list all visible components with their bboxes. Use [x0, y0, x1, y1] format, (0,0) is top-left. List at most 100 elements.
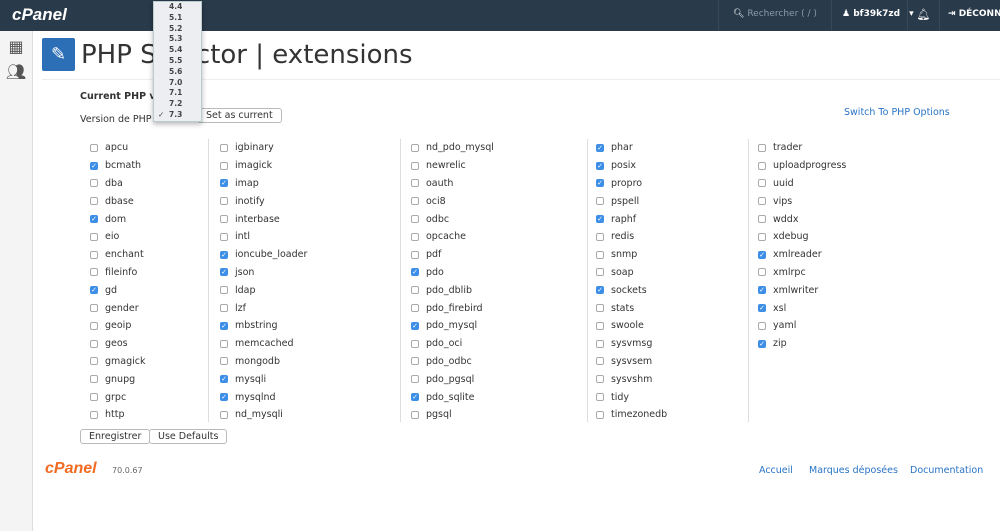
- extension-checkbox[interactable]: [90, 179, 98, 188]
- extension-item[interactable]: soap: [596, 264, 667, 282]
- footer-link-accueil[interactable]: Accueil: [759, 465, 793, 476]
- extension-checkbox[interactable]: [411, 250, 419, 259]
- extension-checkbox[interactable]: [596, 339, 604, 348]
- extension-checkbox[interactable]: [596, 304, 604, 313]
- bell-icon[interactable]: 🔔︎: [907, 0, 940, 31]
- footer-link-documentation[interactable]: Documentation: [910, 465, 983, 476]
- extension-item[interactable]: apcu: [90, 139, 146, 157]
- extension-checkbox[interactable]: ✓: [411, 268, 419, 277]
- extension-item[interactable]: nd_mysqli: [220, 406, 307, 424]
- user-menu[interactable]: ♟ bf39k7zd ▾: [842, 9, 914, 19]
- extension-item[interactable]: pdo_oci: [411, 335, 494, 353]
- extension-item[interactable]: dbase: [90, 192, 146, 210]
- extension-item[interactable]: snmp: [596, 246, 667, 264]
- extension-item[interactable]: ✓ phar: [596, 139, 667, 157]
- extension-item[interactable]: swoole: [596, 317, 667, 335]
- extension-item[interactable]: ✓ propro: [596, 175, 667, 193]
- extension-checkbox[interactable]: [220, 197, 228, 206]
- extension-item[interactable]: ✓ mysqli: [220, 370, 307, 388]
- footer-link-trademarks[interactable]: Marques déposées: [809, 465, 898, 476]
- extension-checkbox[interactable]: [596, 268, 604, 277]
- extension-item[interactable]: oauth: [411, 175, 494, 193]
- extension-checkbox[interactable]: [596, 232, 604, 241]
- php-version-dropdown-menu[interactable]: 4.4 5.1 5.2 5.3 5.4 5.5 5.6 7.0 7.1 7.2 ✓ 7.3: [153, 1, 202, 122]
- extension-checkbox[interactable]: [411, 339, 419, 348]
- extension-item[interactable]: ✓ zip: [758, 335, 846, 353]
- extension-item[interactable]: inotify: [220, 192, 307, 210]
- extension-checkbox[interactable]: [411, 179, 419, 188]
- extension-item[interactable]: eio: [90, 228, 146, 246]
- extension-item[interactable]: xdebug: [758, 228, 846, 246]
- users-icon[interactable]: 👥︎: [0, 62, 32, 81]
- extension-checkbox[interactable]: [411, 197, 419, 206]
- extension-checkbox[interactable]: [411, 286, 419, 295]
- extension-item[interactable]: ✓ bcmath: [90, 157, 146, 175]
- extension-item[interactable]: igbinary: [220, 139, 307, 157]
- extension-item[interactable]: pdo_pgsql: [411, 370, 494, 388]
- php-version-option[interactable]: 5.4: [154, 45, 201, 56]
- extension-checkbox[interactable]: ✓: [758, 339, 766, 348]
- extension-item[interactable]: fileinfo: [90, 264, 146, 282]
- extension-item[interactable]: grpc: [90, 388, 146, 406]
- extension-item[interactable]: dba: [90, 175, 146, 193]
- extension-checkbox[interactable]: [758, 268, 766, 277]
- extension-checkbox[interactable]: [220, 304, 228, 313]
- extension-checkbox[interactable]: [90, 304, 98, 313]
- logout-button[interactable]: ⇥ DÉCONNEXION: [948, 9, 1000, 19]
- extension-item[interactable]: ✓ posix: [596, 157, 667, 175]
- extension-item[interactable]: trader: [758, 139, 846, 157]
- extension-item[interactable]: ✓ raphf: [596, 210, 667, 228]
- extension-checkbox[interactable]: ✓: [596, 179, 604, 188]
- extension-item[interactable]: lzf: [220, 299, 307, 317]
- extension-checkbox[interactable]: [90, 357, 98, 366]
- extension-checkbox[interactable]: ✓: [758, 304, 766, 313]
- extension-item[interactable]: tidy: [596, 388, 667, 406]
- extension-checkbox[interactable]: ✓: [411, 393, 419, 402]
- extension-checkbox[interactable]: [758, 161, 766, 170]
- search-input[interactable]: 🔍︎ Rechercher ( / ): [718, 0, 832, 31]
- extension-item[interactable]: ✓ sockets: [596, 281, 667, 299]
- extension-item[interactable]: memcached: [220, 335, 307, 353]
- extension-checkbox[interactable]: [411, 375, 419, 384]
- cpanel-logo[interactable]: cPanel: [12, 5, 67, 25]
- extension-checkbox[interactable]: [758, 197, 766, 206]
- extension-checkbox[interactable]: ✓: [220, 268, 228, 277]
- extension-item[interactable]: ✓ imap: [220, 175, 307, 193]
- php-version-option[interactable]: 4.4: [154, 2, 201, 13]
- extension-item[interactable]: sysvmsg: [596, 335, 667, 353]
- extension-checkbox[interactable]: [411, 304, 419, 313]
- extension-checkbox[interactable]: [90, 393, 98, 402]
- extension-item[interactable]: geos: [90, 335, 146, 353]
- extension-item[interactable]: yaml: [758, 317, 846, 335]
- extension-checkbox[interactable]: ✓: [596, 143, 604, 152]
- extension-item[interactable]: gender: [90, 299, 146, 317]
- extension-checkbox[interactable]: [411, 232, 419, 241]
- extension-item[interactable]: pdo_dblib: [411, 281, 494, 299]
- extension-checkbox[interactable]: [220, 286, 228, 295]
- extension-checkbox[interactable]: [596, 393, 604, 402]
- switch-to-php-options-link[interactable]: Switch To PHP Options: [844, 107, 950, 118]
- extension-item[interactable]: interbase: [220, 210, 307, 228]
- extension-item[interactable]: timezonedb: [596, 406, 667, 424]
- extension-checkbox[interactable]: ✓: [596, 286, 604, 295]
- extension-checkbox[interactable]: [90, 197, 98, 206]
- extension-checkbox[interactable]: [411, 161, 419, 170]
- extension-item[interactable]: ✓ pdo_mysql: [411, 317, 494, 335]
- extension-checkbox[interactable]: ✓: [220, 321, 228, 330]
- save-button[interactable]: Enregistrer: [80, 429, 151, 444]
- extension-checkbox[interactable]: [596, 321, 604, 330]
- extension-item[interactable]: ✓ json: [220, 264, 307, 282]
- extension-item[interactable]: ✓ xmlwriter: [758, 281, 846, 299]
- extension-item[interactable]: ✓ xsl: [758, 299, 846, 317]
- extension-item[interactable]: ✓ xmlreader: [758, 246, 846, 264]
- extension-item[interactable]: ✓ mbstring: [220, 317, 307, 335]
- extension-item[interactable]: stats: [596, 299, 667, 317]
- php-version-option[interactable]: ✓ 7.3: [154, 110, 201, 121]
- extension-checkbox[interactable]: [411, 143, 419, 152]
- extension-checkbox[interactable]: [220, 215, 228, 224]
- extension-checkbox[interactable]: ✓: [758, 250, 766, 259]
- extension-checkbox[interactable]: [596, 375, 604, 384]
- extension-checkbox[interactable]: ✓: [90, 286, 98, 295]
- extension-item[interactable]: odbc: [411, 210, 494, 228]
- extension-checkbox[interactable]: [411, 357, 419, 366]
